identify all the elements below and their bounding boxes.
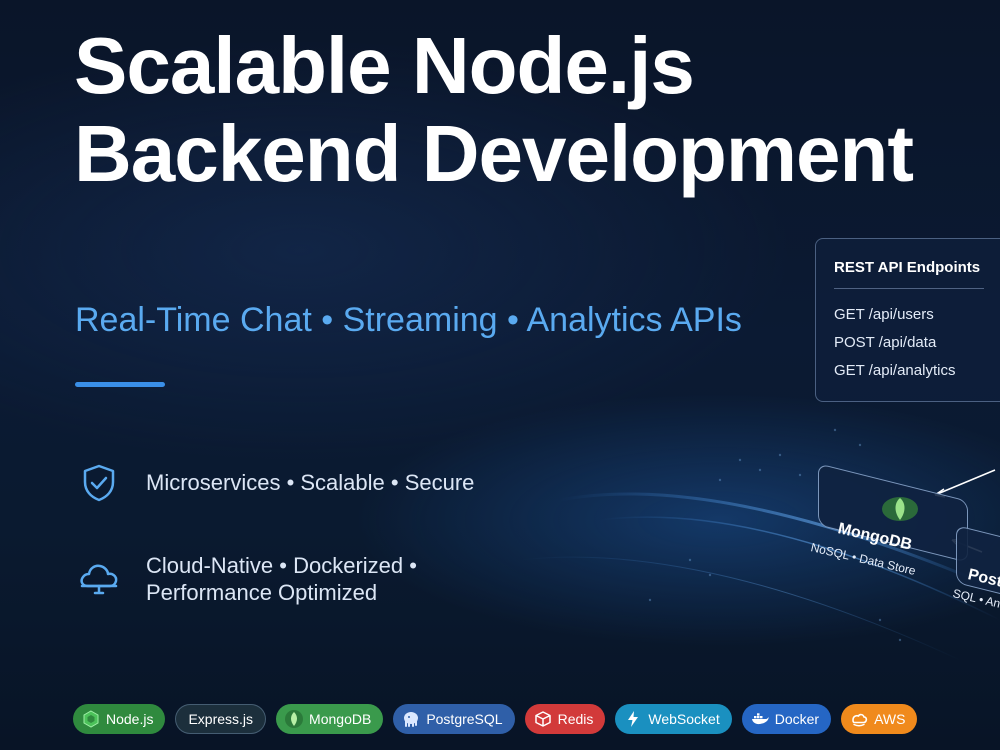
tech-stack-pills: Node.js Express.js MongoDB PostgreSQL Re… xyxy=(73,704,918,734)
feature-microservices: Microservices • Scalable • Secure xyxy=(76,460,474,506)
aws-icon xyxy=(852,713,868,727)
pill-label: Node.js xyxy=(106,711,154,727)
endpoint-item: POST /api/data xyxy=(834,334,937,351)
pill-nodejs[interactable]: Node.js xyxy=(73,704,166,734)
mongodb-leaf-icon xyxy=(882,497,918,521)
pill-postgresql[interactable]: PostgreSQL xyxy=(393,704,515,734)
bolt-icon xyxy=(628,711,639,727)
endpoint-list: GET /api/users POST /api/data GET /api/a… xyxy=(834,301,1000,385)
page-subtitle: Real-Time Chat • Streaming • Analytics A… xyxy=(75,301,742,339)
rest-card-title: REST API Endpoints xyxy=(834,259,981,276)
rest-card-divider xyxy=(834,288,984,289)
endpoint-item: GET /api/analytics xyxy=(834,362,956,379)
pill-mongodb[interactable]: MongoDB xyxy=(276,704,384,734)
pill-websocket[interactable]: WebSocket xyxy=(615,704,732,734)
feature-cloud-native: Cloud-Native • Dockerized • Performance … xyxy=(76,552,417,606)
pill-label: PostgreSQL xyxy=(426,711,503,727)
pill-label: Redis xyxy=(557,711,594,727)
pill-expressjs[interactable]: Express.js xyxy=(175,704,267,734)
pill-label: MongoDB xyxy=(309,711,372,727)
nodejs-icon xyxy=(83,710,99,728)
pill-label: WebSocket xyxy=(648,711,720,727)
cube-icon xyxy=(534,711,551,727)
pill-label: Docker xyxy=(774,711,820,727)
feature-text: Microservices • Scalable • Secure xyxy=(146,470,475,495)
accent-divider xyxy=(75,382,165,387)
cloud-icon xyxy=(80,564,118,595)
pill-redis[interactable]: Redis xyxy=(524,704,606,734)
feature-text: Cloud-Native • Dockerized • Performance … xyxy=(146,552,417,606)
title-line-1: Scalable Node.js xyxy=(74,21,695,110)
feature-text-line-2: Performance Optimized xyxy=(146,580,378,605)
leaf-icon xyxy=(285,710,304,728)
rest-api-card: REST API Endpoints GET /api/users POST /… xyxy=(815,238,1000,402)
pill-aws[interactable]: AWS xyxy=(841,704,918,734)
title-line-2: Backend Development xyxy=(74,109,914,198)
pill-label: AWS xyxy=(874,711,906,727)
pill-label: Express.js xyxy=(188,711,254,727)
endpoint-item: GET /api/users xyxy=(834,306,934,323)
shield-check-icon xyxy=(83,464,115,502)
page-title: Scalable Node.js Backend Development xyxy=(74,21,914,198)
elephant-icon xyxy=(404,712,419,727)
feature-text-line-1: Cloud-Native • Dockerized • xyxy=(146,553,417,578)
whale-icon xyxy=(751,713,769,725)
pill-docker[interactable]: Docker xyxy=(741,704,832,734)
